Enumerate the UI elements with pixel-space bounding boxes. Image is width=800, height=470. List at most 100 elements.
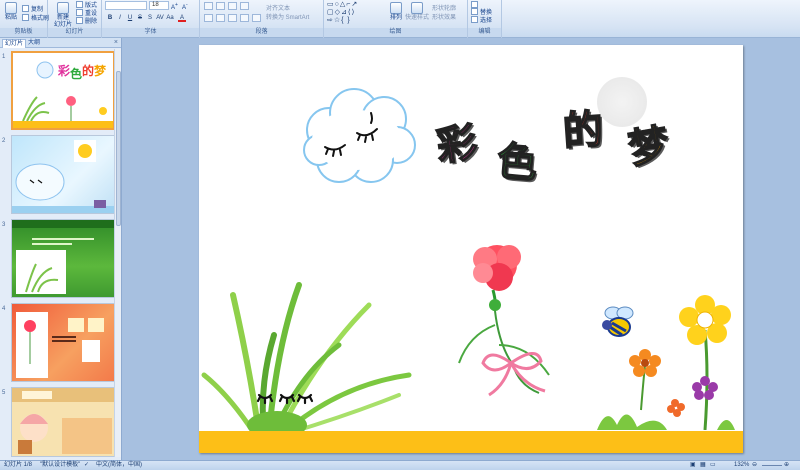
format-painter-button[interactable]: 格式刷	[22, 14, 49, 23]
tab-outline[interactable]: 大纲	[26, 39, 42, 48]
slides-pane-scrollbar[interactable]	[114, 49, 121, 457]
slide-thumbnail-row[interactable]: 5	[0, 387, 118, 469]
svg-text:彩: 彩	[57, 63, 70, 78]
title-char-1: 彩	[433, 119, 481, 172]
zoom-in-button[interactable]: ⊕	[784, 461, 789, 470]
editing-group-label: 编辑	[468, 28, 501, 37]
slide-thumbnail-row[interactable]: 2	[0, 135, 118, 217]
zoom-level[interactable]: 132%	[734, 461, 749, 470]
shadow-button[interactable]: S	[146, 14, 154, 22]
current-slide[interactable]: 彩 色 的 梦	[199, 45, 743, 453]
language-status[interactable]: 中文(简体，中国)	[96, 461, 142, 470]
clipboard-group-label: 剪贴板	[0, 28, 47, 37]
bullets-icon[interactable]	[204, 2, 213, 10]
quick-styles-icon	[411, 2, 423, 14]
replace-icon	[471, 8, 478, 15]
slideshow-view-icon[interactable]: ▭	[710, 461, 716, 470]
decrease-indent-icon[interactable]	[228, 2, 237, 10]
shrink-font-button[interactable]: A-	[182, 1, 188, 12]
bold-button[interactable]: B	[106, 14, 114, 22]
new-slide-icon	[57, 2, 69, 14]
clipboard-group: 粘贴 复制 格式刷 剪贴板	[0, 0, 49, 38]
spell-check-icon[interactable]: ✓	[84, 461, 89, 470]
drawing-group: ▭○△⌐↗ ▢◇⊿⟨⟩ ⇨☆{ } 排列 快速样式 形状轮廓 形状效果 绘图	[324, 0, 468, 38]
convert-smartart-button[interactable]: 转换为 SmartArt	[266, 14, 309, 22]
zoom-slider[interactable]	[762, 465, 782, 466]
align-center-icon[interactable]	[216, 14, 225, 22]
slide-1-preview: 彩 色 的 梦	[13, 61, 113, 128]
shape-outline-button[interactable]: 形状轮廓	[432, 5, 456, 13]
font-size-combo[interactable]: 18	[149, 1, 169, 10]
justify-icon[interactable]	[240, 14, 249, 22]
paste-button[interactable]: 粘贴	[1, 2, 21, 22]
copy-button[interactable]: 复制	[22, 5, 43, 14]
slide-thumbnail-row[interactable]: 1 彩 色 的 梦	[0, 51, 118, 133]
find-icon	[471, 1, 478, 8]
new-slide-button[interactable]: 新建 幻灯片	[52, 2, 74, 29]
pane-tabs: 幻灯片 大纲 ×	[0, 38, 121, 48]
align-right-icon[interactable]	[228, 14, 237, 22]
svg-text:梦: 梦	[94, 63, 107, 78]
sleeping-cloud-image	[303, 88, 416, 183]
faint-sun-decoration	[597, 77, 647, 127]
numbering-icon[interactable]	[216, 2, 225, 10]
increase-indent-icon[interactable]	[240, 2, 249, 10]
theme-status[interactable]: "默认设计模板"	[40, 461, 80, 470]
columns-icon[interactable]	[252, 14, 261, 22]
change-case-button[interactable]: Aa	[166, 14, 174, 22]
tab-slides[interactable]: 幻灯片	[2, 39, 27, 48]
font-group-label: 字体	[102, 28, 199, 37]
slide-number: 3	[2, 222, 6, 228]
slides-pane: 幻灯片 大纲 × 1 彩 色 的 梦 2 3 4 5	[0, 38, 122, 460]
arrange-button[interactable]: 排列	[386, 2, 406, 22]
title-char-3: 的	[561, 106, 606, 156]
font-name-combo[interactable]	[105, 1, 147, 10]
font-group: 18 A+ A- B I U S S AV Aa A 字体	[102, 0, 200, 38]
sorter-view-icon[interactable]: ▦	[700, 461, 706, 470]
drawing-group-label: 绘图	[324, 28, 467, 37]
strikethrough-button[interactable]: S	[136, 14, 144, 22]
slide-thumbnail-4[interactable]	[11, 303, 115, 382]
quick-styles-button[interactable]: 快速样式	[404, 2, 430, 22]
arrange-icon	[390, 2, 402, 14]
font-color-button[interactable]: A	[178, 14, 186, 22]
slide-number: 2	[2, 138, 6, 144]
slide-thumbnail-3[interactable]	[11, 219, 115, 298]
align-text-button[interactable]: 对齐文本	[266, 5, 290, 13]
slide-2-preview	[12, 140, 114, 213]
editing-group: 替换 选择 编辑	[468, 0, 502, 38]
delete-icon	[76, 17, 83, 24]
char-spacing-button[interactable]: AV	[156, 14, 164, 22]
paste-icon	[5, 2, 17, 14]
slide-number: 4	[2, 306, 6, 312]
italic-button[interactable]: I	[116, 14, 124, 22]
paragraph-group: 对齐文本 转换为 SmartArt 段落	[200, 0, 324, 38]
slide-thumbnail-2[interactable]	[11, 135, 115, 214]
shapes-gallery[interactable]: ▭○△⌐↗ ▢◇⊿⟨⟩ ⇨☆{ }	[327, 1, 381, 26]
svg-text:的: 的	[82, 63, 94, 78]
yellow-ground-bar	[199, 431, 743, 453]
slides-group-label: 幻灯片	[48, 28, 101, 37]
shape-effects-button[interactable]: 形状效果	[432, 14, 456, 22]
status-bar: 幻灯片 1/8 "默认设计模板" ✓ 中文(简体，中国) ▣ ▦ ▭ 132% …	[0, 460, 800, 470]
slide-thumbnail-row[interactable]: 3	[0, 219, 118, 301]
format-painter-icon	[22, 14, 29, 21]
slide-thumbnail-row[interactable]: 4	[0, 303, 118, 385]
slide-thumbnail-1[interactable]: 彩 色 的 梦	[11, 51, 115, 130]
ribbon: 粘贴 复制 格式刷 剪贴板 新建 幻灯片 版式 重设 删除 幻灯片 18 A+ …	[0, 0, 800, 38]
grow-font-button[interactable]: A+	[171, 1, 178, 12]
slide-4-preview	[16, 312, 104, 378]
close-pane-icon[interactable]: ×	[114, 39, 118, 47]
delete-slide-button[interactable]: 删除	[76, 17, 97, 26]
scrollbar-thumb[interactable]	[116, 71, 121, 226]
slide-thumbnail-5[interactable]	[11, 387, 115, 457]
slides-group: 新建 幻灯片 版式 重设 删除 幻灯片	[48, 0, 102, 38]
slide-number: 5	[2, 390, 6, 396]
underline-button[interactable]: U	[126, 14, 134, 22]
select-button[interactable]: 选择	[471, 16, 492, 25]
zoom-out-button[interactable]: ⊖	[752, 461, 757, 470]
slide-editing-area: 彩 色 的 梦	[122, 38, 800, 460]
normal-view-icon[interactable]: ▣	[690, 461, 696, 470]
align-left-icon[interactable]	[204, 14, 213, 22]
grass-image	[201, 282, 412, 435]
